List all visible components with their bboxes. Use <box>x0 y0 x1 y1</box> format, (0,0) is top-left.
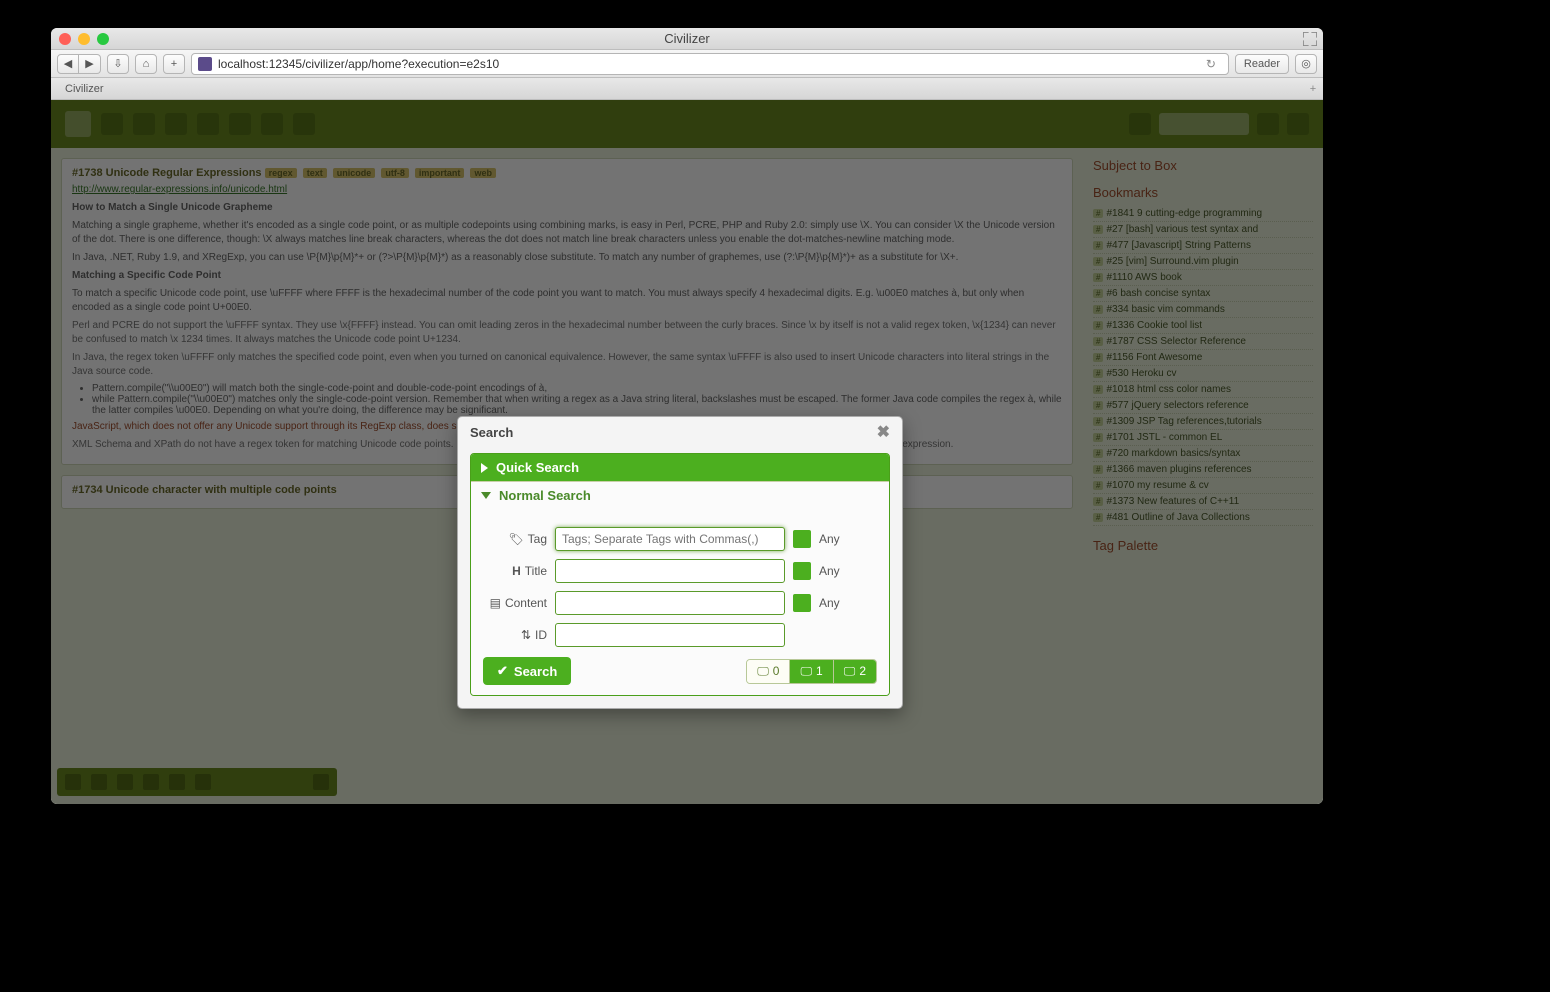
page-content: #1738 Unicode Regular Expressions regex … <box>51 100 1323 804</box>
extensions-button[interactable]: ◎ <box>1295 54 1317 74</box>
panel-option-0[interactable]: 🖵0 <box>747 660 789 683</box>
search-button[interactable]: ✔ Search <box>483 657 571 685</box>
new-tab-button[interactable]: + <box>1303 83 1323 95</box>
id-input[interactable] <box>555 623 785 647</box>
accordion-header-quick-search[interactable]: Quick Search <box>471 454 889 481</box>
form-row-tag: 🏷 Tag Any <box>483 527 877 551</box>
tab-title[interactable]: Civilizer <box>65 83 104 95</box>
dialog-titlebar: Search ✖ <box>458 417 902 447</box>
monitor-icon: 🖵 <box>844 664 856 679</box>
chevron-right-icon <box>481 463 488 473</box>
title-input[interactable] <box>555 559 785 583</box>
accordion-header-normal-search[interactable]: Normal Search <box>471 481 889 509</box>
titlebar: Civilizer <box>51 28 1323 50</box>
tag-input[interactable] <box>555 527 785 551</box>
title-any-checkbox[interactable] <box>793 562 811 580</box>
panel-option-1[interactable]: 🖵1 <box>789 660 832 683</box>
panel-selector: 🖵0 🖵1 🖵2 <box>746 659 877 684</box>
reload-icon[interactable]: ↻ <box>1206 57 1222 71</box>
panel-option-2[interactable]: 🖵2 <box>833 660 876 683</box>
id-label: ID <box>535 628 547 642</box>
dialog-footer: ✔ Search 🖵0 🖵1 🖵2 <box>483 657 877 685</box>
form-row-content: ▤ Content Any <box>483 591 877 615</box>
fullscreen-icon[interactable] <box>1303 32 1317 46</box>
sort-icon: ⇅ <box>521 628 531 642</box>
check-icon: ✔ <box>497 663 508 679</box>
heading-icon: H <box>512 564 521 578</box>
browser-toolbar: ◀ ▶ ⇩ ⌂ + localhost:12345/civilizer/app/… <box>51 50 1323 78</box>
url-bar[interactable]: localhost:12345/civilizer/app/home?execu… <box>191 53 1229 75</box>
dialog-title: Search <box>470 425 513 440</box>
tag-icon: 🏷 <box>508 532 523 546</box>
document-icon: ▤ <box>490 596 501 610</box>
sidebar-button[interactable]: ⇩ <box>107 54 129 74</box>
content-label: Content <box>505 596 547 610</box>
tag-label: Tag <box>528 532 547 546</box>
search-button-label: Search <box>514 664 557 679</box>
back-button[interactable]: ◀ <box>57 54 79 74</box>
url-text: localhost:12345/civilizer/app/home?execu… <box>218 57 499 71</box>
nav-buttons: ◀ ▶ <box>57 54 101 74</box>
dialog-body: Quick Search Normal Search 🏷 Tag Any <box>458 447 902 708</box>
title-label: Title <box>525 564 547 578</box>
normal-search-label: Normal Search <box>499 488 591 503</box>
any-label: Any <box>819 564 840 578</box>
browser-window: Civilizer ◀ ▶ ⇩ ⌂ + localhost:12345/civi… <box>51 28 1323 804</box>
normal-search-panel: 🏷 Tag Any H Title Any ▤ Content <box>471 509 889 695</box>
search-accordion: Quick Search Normal Search 🏷 Tag Any <box>470 453 890 696</box>
content-input[interactable] <box>555 591 785 615</box>
tag-any-checkbox[interactable] <box>793 530 811 548</box>
tab-bar: Civilizer + <box>51 78 1323 100</box>
home-button[interactable]: ⌂ <box>135 54 157 74</box>
monitor-icon: 🖵 <box>800 664 812 679</box>
reader-button[interactable]: Reader <box>1235 54 1289 74</box>
any-label: Any <box>819 532 840 546</box>
form-row-title: H Title Any <box>483 559 877 583</box>
form-row-id: ⇅ ID <box>483 623 877 647</box>
content-any-checkbox[interactable] <box>793 594 811 612</box>
chevron-down-icon <box>481 492 491 499</box>
search-dialog: Search ✖ Quick Search Normal Search � <box>457 416 903 709</box>
window-title: Civilizer <box>51 31 1323 46</box>
any-label: Any <box>819 596 840 610</box>
favicon-icon <box>198 57 212 71</box>
dialog-close-button[interactable]: ✖ <box>877 422 890 442</box>
add-button[interactable]: + <box>163 54 185 74</box>
monitor-icon: 🖵 <box>757 664 769 679</box>
quick-search-label: Quick Search <box>496 460 579 475</box>
forward-button[interactable]: ▶ <box>79 54 101 74</box>
